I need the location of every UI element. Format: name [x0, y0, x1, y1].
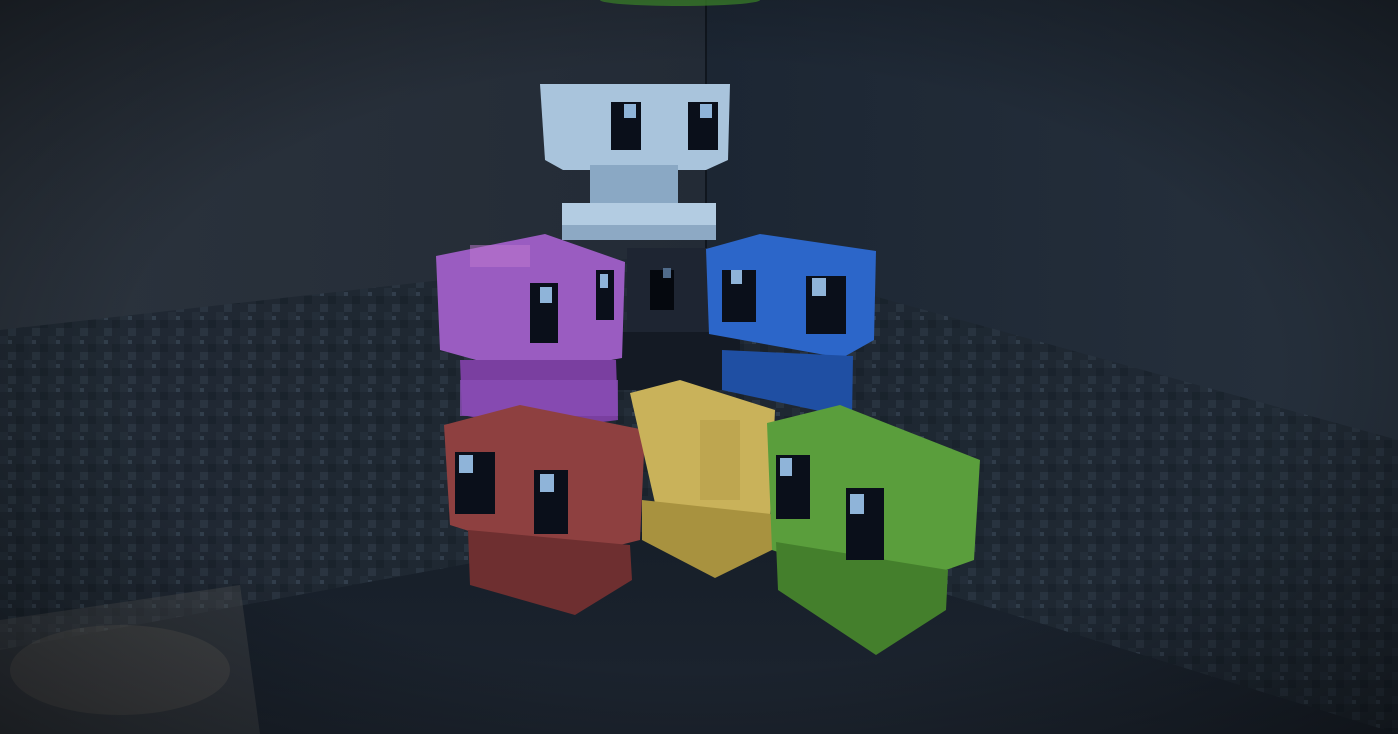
vignette-overlay: [0, 0, 1398, 734]
scene-render: [0, 0, 1398, 734]
game-viewport[interactable]: [0, 0, 1398, 734]
